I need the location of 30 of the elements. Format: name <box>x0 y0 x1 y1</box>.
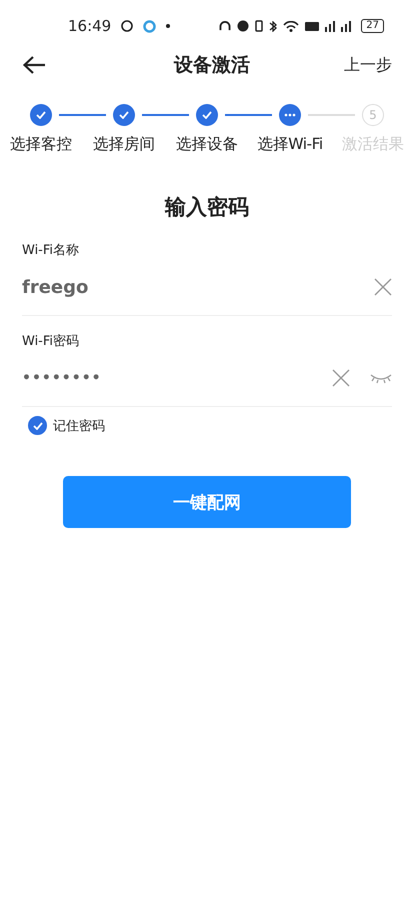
step-label: 选择房间 <box>92 134 156 155</box>
battery-level: 27 <box>361 19 384 33</box>
back-icon[interactable] <box>22 55 46 75</box>
remember-checkbox[interactable] <box>28 416 47 435</box>
status-time: 16:49 <box>68 17 112 35</box>
circle-icon <box>121 20 134 32</box>
signal-icon <box>325 20 336 32</box>
step-number: 5 <box>362 104 384 126</box>
closed-eye-icon[interactable] <box>370 372 392 384</box>
wifi-icon <box>283 20 300 32</box>
ring-icon <box>143 20 156 32</box>
field-label: Wi-Fi名称 <box>22 242 80 259</box>
signal-icon <box>341 20 352 32</box>
step-label: 选择设备 <box>175 134 239 155</box>
checkbox-label: 记住密码 <box>53 418 105 434</box>
step-label: 选择Wi-Fi <box>256 134 324 155</box>
clear-icon[interactable] <box>374 278 392 296</box>
connect-button[interactable]: 一键配网 <box>63 476 351 528</box>
input-field[interactable]: •••••••• <box>22 370 312 386</box>
clear-icon[interactable] <box>332 369 350 387</box>
step-label: 选择客控 <box>9 134 73 155</box>
dot-icon <box>166 24 170 28</box>
form-title: 输入密码 <box>164 194 250 221</box>
check-icon <box>32 422 42 430</box>
bluetooth-icon <box>269 20 278 32</box>
previous-step-button[interactable]: 上一步 <box>344 54 392 76</box>
hd-icon <box>305 22 320 30</box>
input-field[interactable]: freego <box>22 276 354 298</box>
page-title: 设备激活 <box>172 53 251 78</box>
field-label: Wi-Fi密码 <box>22 333 80 350</box>
